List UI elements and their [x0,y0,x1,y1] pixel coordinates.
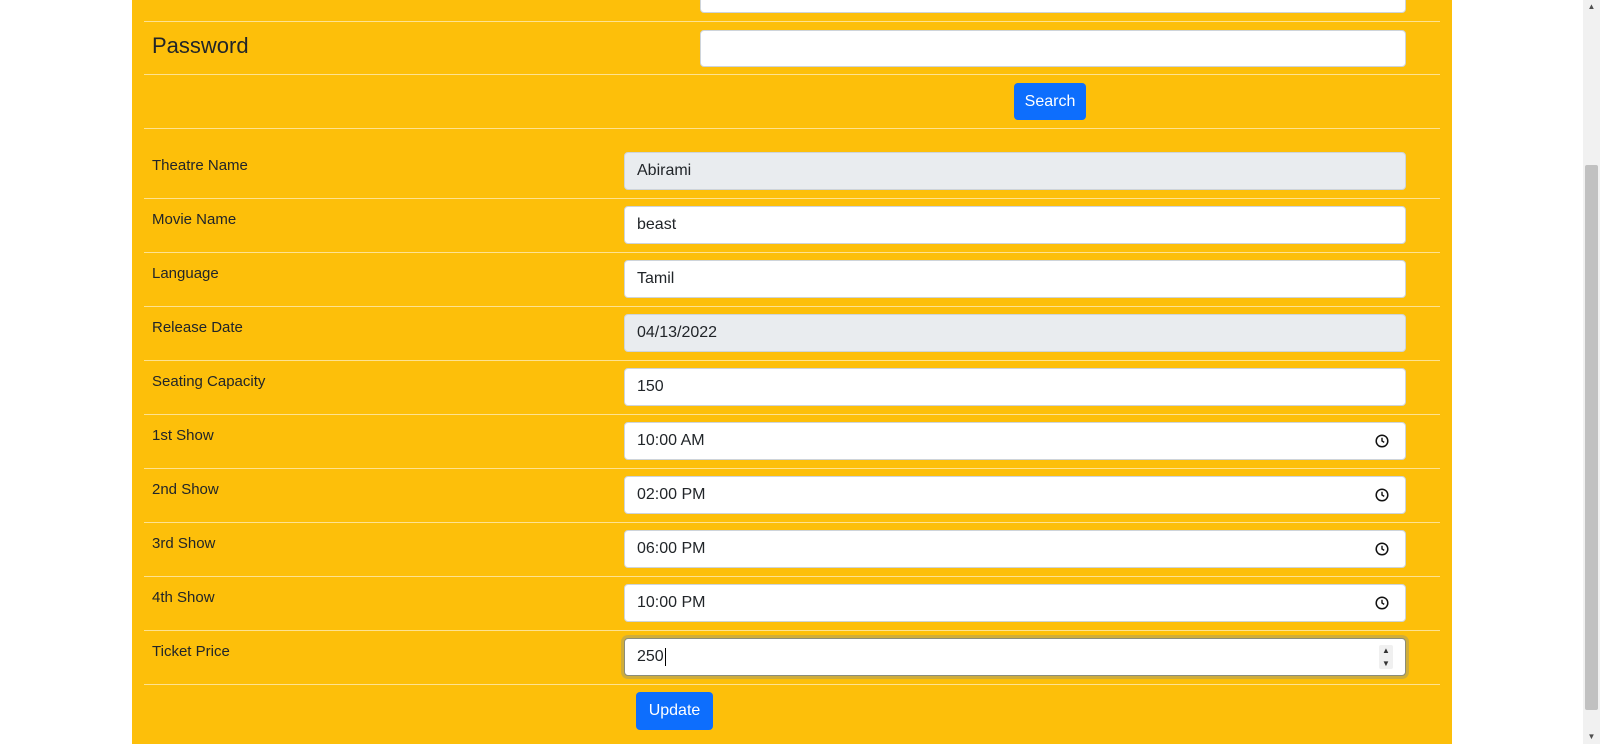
spinner-icon[interactable]: ▲ ▼ [1379,645,1393,669]
3rd-show-value: 06:00 PM [637,540,706,557]
4th-show-label: 4th Show [152,589,215,606]
seating-capacity-field[interactable]: 150 [624,368,1406,406]
ticket-price-value: 250 [637,648,664,665]
release-date-field: 04/13/2022 [624,314,1406,352]
form-panel: Password Search Theatre Name Abirami Mov… [132,0,1452,744]
clock-icon[interactable] [1375,596,1389,610]
spinner-up-icon[interactable]: ▲ [1382,645,1390,656]
form-row-1st-show: 1st Show 10:00 AM [144,414,1440,469]
seating-capacity-label: Seating Capacity [152,373,266,390]
3rd-show-label: 3rd Show [152,535,216,552]
1st-show-value: 10:00 AM [637,432,705,449]
theatre-name-field: Abirami [624,152,1406,190]
form-row-seating-capacity: Seating Capacity 150 [144,360,1440,415]
scroll-down-icon[interactable]: ▼ [1583,730,1600,744]
form-row-release-date: Release Date 04/13/2022 [144,306,1440,361]
password-label: Password [152,33,249,58]
4th-show-value: 10:00 PM [637,594,706,611]
4th-show-field[interactable]: 10:00 PM [624,584,1406,622]
form-row-movie-name: Movie Name beast [144,198,1440,253]
form-row-language: Language Tamil [144,252,1440,307]
clock-icon[interactable] [1375,434,1389,448]
form-row-2nd-show: 2nd Show 02:00 PM [144,468,1440,523]
form-row-theatre-name: Theatre Name Abirami [144,128,1440,199]
ticket-price-field[interactable]: 250 ▲ ▼ [624,638,1406,676]
scroll-up-icon[interactable]: ▲ [1583,0,1600,14]
2nd-show-field[interactable]: 02:00 PM [624,476,1406,514]
form-row-4th-show: 4th Show 10:00 PM [144,576,1440,631]
form-row-3rd-show: 3rd Show 06:00 PM [144,522,1440,577]
language-label: Language [152,265,219,282]
release-date-label: Release Date [152,319,243,336]
scroll-thumb[interactable] [1585,165,1598,710]
2nd-show-value: 02:00 PM [637,486,706,503]
username-field[interactable] [700,0,1406,13]
language-field[interactable]: Tamil [624,260,1406,298]
movie-name-label: Movie Name [152,211,237,228]
page-scrollbar[interactable]: ▲ ▼ [1583,0,1600,744]
theatre-name-label: Theatre Name [152,157,248,174]
form-row-search: Search [144,74,1440,129]
form-row-ticket-price: Ticket Price 250 ▲ ▼ [144,630,1440,685]
clock-icon[interactable] [1375,542,1389,556]
1st-show-label: 1st Show [152,427,214,444]
2nd-show-label: 2nd Show [152,481,219,498]
form-row-password: Password [144,21,1440,75]
spinner-down-icon[interactable]: ▼ [1382,658,1390,669]
3rd-show-field[interactable]: 06:00 PM [624,530,1406,568]
ticket-price-label: Ticket Price [152,643,230,660]
text-caret [664,648,666,666]
movie-name-field[interactable]: beast [624,206,1406,244]
update-button[interactable]: Update [636,692,713,730]
password-field[interactable] [700,30,1406,67]
search-button[interactable]: Search [1014,83,1086,120]
clock-icon[interactable] [1375,488,1389,502]
1st-show-field[interactable]: 10:00 AM [624,422,1406,460]
form-row-top [144,0,1440,22]
